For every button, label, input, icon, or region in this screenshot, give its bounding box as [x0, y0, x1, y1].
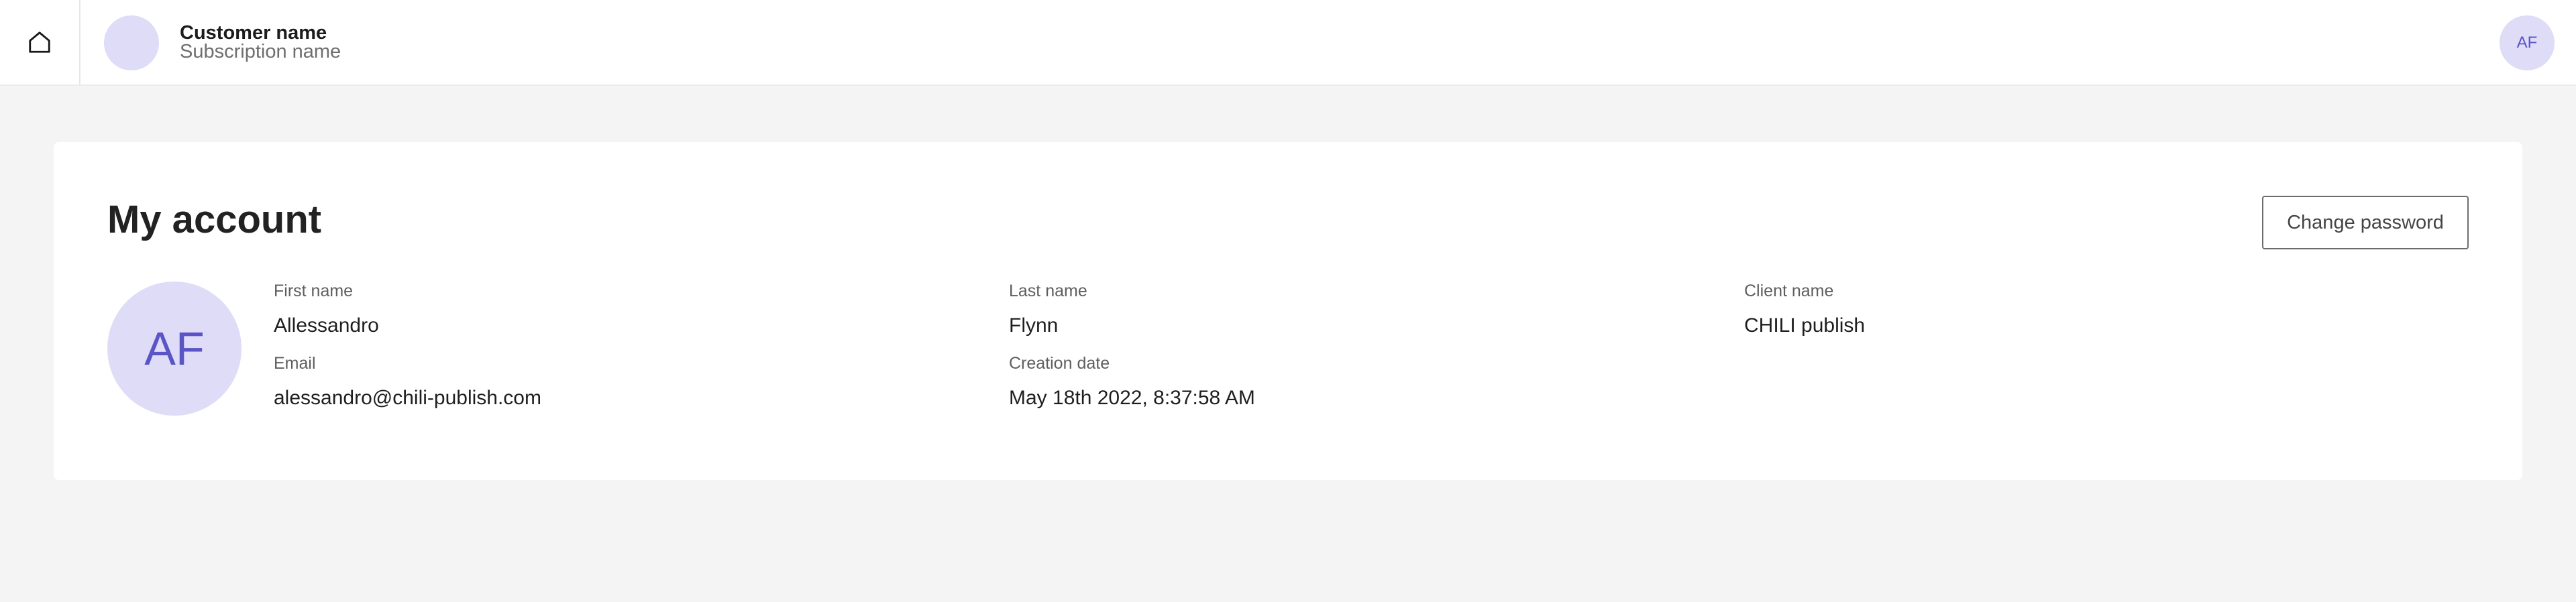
last-name-value: Flynn	[1009, 314, 1059, 337]
last-name-label: Last name	[1009, 282, 1087, 300]
avatar: AF	[107, 282, 241, 416]
page-title: My account	[107, 198, 322, 241]
top-bar: Customer name Subscription name AF	[0, 0, 2576, 86]
account-card: My account Change password AF First name…	[54, 142, 2522, 480]
creation-date-value: May 18th 2022, 8:37:58 AM	[1009, 387, 1255, 409]
subscription-name[interactable]: Subscription name	[180, 40, 341, 63]
home-icon	[29, 32, 50, 53]
creation-date-label: Creation date	[1009, 354, 1110, 373]
user-menu-avatar[interactable]: AF	[2500, 15, 2555, 70]
first-name-value: Allessandro	[274, 314, 379, 337]
client-name-value: CHILI publish	[1744, 314, 1866, 337]
home-button[interactable]	[0, 0, 80, 84]
client-name-label: Client name	[1744, 282, 1834, 300]
first-name-label: First name	[274, 282, 354, 300]
change-password-button[interactable]: Change password	[2262, 196, 2469, 249]
email-label: Email	[274, 354, 316, 373]
customer-avatar	[104, 15, 159, 70]
email-value: alessandro@chili-publish.com	[274, 387, 541, 409]
